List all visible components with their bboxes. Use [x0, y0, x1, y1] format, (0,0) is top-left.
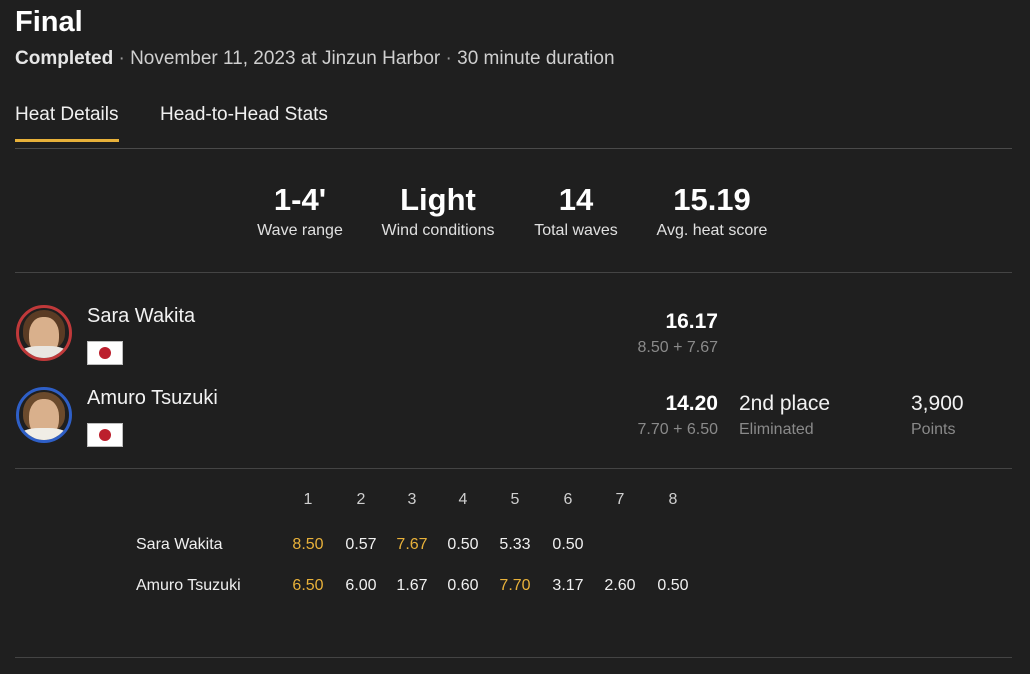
wave-score-cell: 7.67 [396, 536, 428, 553]
points-value: 3,900 [911, 392, 964, 415]
stat-value: 15.19 [673, 182, 751, 217]
wave-score-cell: 6.50 [292, 577, 324, 594]
page-title: Final [15, 6, 83, 38]
wave-row-athlete-name: Amuro Tsuzuki [136, 577, 241, 594]
wave-score-cell: 6.00 [345, 577, 377, 594]
wave-number-header: 2 [356, 491, 366, 508]
stat-label: Total waves [534, 222, 618, 239]
heat-total-score: 16.17 [665, 310, 718, 333]
stat-value: 14 [558, 182, 594, 217]
status-label: Completed [15, 48, 114, 69]
wave-number-header: 1 [303, 491, 313, 508]
wave-score-cell: 0.57 [345, 536, 377, 553]
wave-row-athlete-name: Sara Wakita [136, 536, 223, 553]
placement: 2nd place [739, 392, 831, 415]
japan-flag-icon [87, 341, 123, 365]
wave-score-cell: 5.33 [499, 536, 531, 553]
wave-number-header: 5 [510, 491, 520, 508]
stat-wind-conditions: Light Wind conditions [382, 182, 495, 240]
heat-subtitle: Completed · November 11, 2023 at Jinzun … [15, 48, 615, 69]
heat-total-score: 14.20 [665, 392, 718, 415]
duration: 30 minute duration [457, 48, 615, 69]
wave-score-cell: 0.50 [552, 536, 584, 553]
wave-score-cell: 0.60 [447, 577, 479, 594]
athlete-name[interactable]: Sara Wakita [87, 305, 195, 328]
stat-total-waves: 14 Total waves [534, 182, 618, 240]
divider [15, 272, 1012, 273]
stat-avg-heat-score: 15.19 Avg. heat score [657, 182, 768, 240]
wave-number-header: 6 [563, 491, 573, 508]
stat-value: 1-4' [273, 182, 327, 217]
wave-number-header: 8 [668, 491, 678, 508]
wave-score-cell: 8.50 [292, 536, 324, 553]
wave-number-header: 3 [407, 491, 417, 508]
placement-status: Eliminated [739, 421, 814, 438]
tab-bar: Heat Details Head-to-Head Stats [15, 100, 1012, 149]
avatar[interactable] [16, 305, 72, 361]
stat-label: Wave range [257, 222, 343, 239]
athlete-name[interactable]: Amuro Tsuzuki [87, 387, 218, 410]
avatar[interactable] [16, 387, 72, 443]
wave-score-cell: 1.67 [396, 577, 428, 594]
divider [15, 468, 1012, 469]
tab-head-to-head-stats[interactable]: Head-to-Head Stats [160, 104, 328, 140]
wave-score-cell: 3.17 [552, 577, 584, 594]
stat-label: Avg. heat score [656, 222, 768, 239]
wave-number-header: 7 [615, 491, 625, 508]
score-breakdown: 7.70 + 6.50 [637, 421, 718, 438]
wave-score-cell: 7.70 [499, 577, 531, 594]
stat-wave-range: 1-4' Wave range [257, 182, 343, 240]
japan-flag-icon [87, 423, 123, 447]
wave-number-header: 4 [458, 491, 468, 508]
score-breakdown: 8.50 + 7.67 [637, 339, 718, 356]
wave-score-cell: 0.50 [447, 536, 479, 553]
tab-heat-details[interactable]: Heat Details [15, 104, 119, 142]
points-label: Points [911, 421, 956, 438]
date-location: November 11, 2023 at Jinzun Harbor [130, 48, 441, 69]
stat-value: Light [400, 182, 476, 217]
wave-score-cell: 2.60 [604, 577, 636, 594]
stat-label: Wind conditions [381, 222, 495, 239]
divider [15, 657, 1012, 658]
wave-score-cell: 0.50 [657, 577, 689, 594]
